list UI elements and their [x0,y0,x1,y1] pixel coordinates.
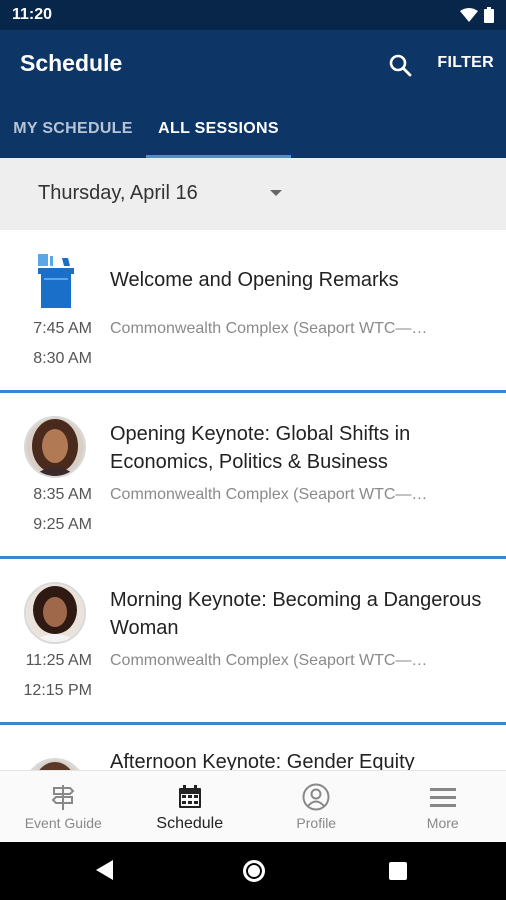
app-bar: Schedule FILTER [0,30,506,100]
person-icon [302,783,330,811]
nav-label: Event Guide [24,815,102,831]
divider [0,722,506,725]
divider [0,556,506,559]
session-item[interactable]: Welcome and Opening Remarks 7:45 AM 8:30… [0,230,506,393]
session-list[interactable]: Welcome and Opening Remarks 7:45 AM 8:30… [0,230,506,770]
nav-profile[interactable]: Profile [253,771,380,842]
home-icon[interactable] [243,860,265,882]
session-times: 8:35 AM 9:25 AM [10,480,92,540]
session-start-time: 7:45 AM [33,320,92,337]
filter-button[interactable]: FILTER [437,54,494,72]
session-start-time: 8:35 AM [33,486,92,503]
tab-bar: MY SCHEDULE ALL SESSIONS [0,100,506,158]
system-nav-bar [0,842,506,900]
podium-icon [24,252,86,314]
session-item[interactable]: Morning Keynote: Becoming a Dangerous Wo… [0,562,506,725]
session-title: Opening Keynote: Global Shifts in Econom… [110,423,411,473]
session-times: 11:25 AM 12:15 PM [10,646,92,706]
battery-icon [484,7,494,23]
nav-label: Schedule [156,815,224,832]
date-bar: Thursday, April 16 [0,158,506,230]
speaker-avatar [24,758,86,770]
nav-label: More [426,815,459,831]
session-title: Morning Keynote: Becoming a Dangerous Wo… [110,589,482,639]
speaker-avatar [24,416,86,478]
caret-down-icon[interactable] [270,190,282,196]
speaker-avatar [24,582,86,644]
divider [0,390,506,393]
session-times: 7:45 AM 8:30 AM [10,314,92,374]
signpost-icon [51,785,75,810]
session-end-time: 8:30 AM [33,350,92,367]
page-title: Schedule [20,50,123,76]
session-location: Commonwealth Complex (Seaport WTC—… [110,320,428,337]
status-icons [460,7,494,23]
session-start-time: 11:25 AM [25,652,92,669]
session-item[interactable]: Afternoon Keynote: Gender Equity [0,728,506,770]
nav-event-guide[interactable]: Event Guide [0,771,127,842]
back-icon[interactable] [96,860,113,880]
nav-more[interactable]: More [380,771,506,842]
session-title: Welcome and Opening Remarks [110,269,399,291]
session-location: Commonwealth Complex (Seaport WTC—… [110,486,428,503]
wifi-icon [460,8,478,22]
session-item[interactable]: Opening Keynote: Global Shifts in Econom… [0,396,506,559]
recent-apps-icon[interactable] [389,862,407,880]
search-icon [389,54,412,77]
bottom-nav: Event Guide Schedule Profile More [0,770,506,842]
search-button[interactable] [385,50,415,80]
nav-label: Profile [296,815,337,831]
tab-my-schedule[interactable]: MY SCHEDULE [0,100,146,158]
status-time: 11:20 [12,6,53,23]
session-location: Commonwealth Complex (Seaport WTC—… [110,652,428,669]
status-bar: 11:20 [0,0,506,30]
calendar-icon [178,785,201,808]
nav-schedule[interactable]: Schedule [127,771,254,842]
date-dropdown[interactable]: Thursday, April 16 [38,182,198,205]
session-end-time: 9:25 AM [33,516,92,533]
menu-icon [429,788,456,807]
session-end-time: 12:15 PM [23,682,92,699]
tab-all-sessions[interactable]: ALL SESSIONS [146,100,291,158]
session-title: Afternoon Keynote: Gender Equity [110,751,415,770]
